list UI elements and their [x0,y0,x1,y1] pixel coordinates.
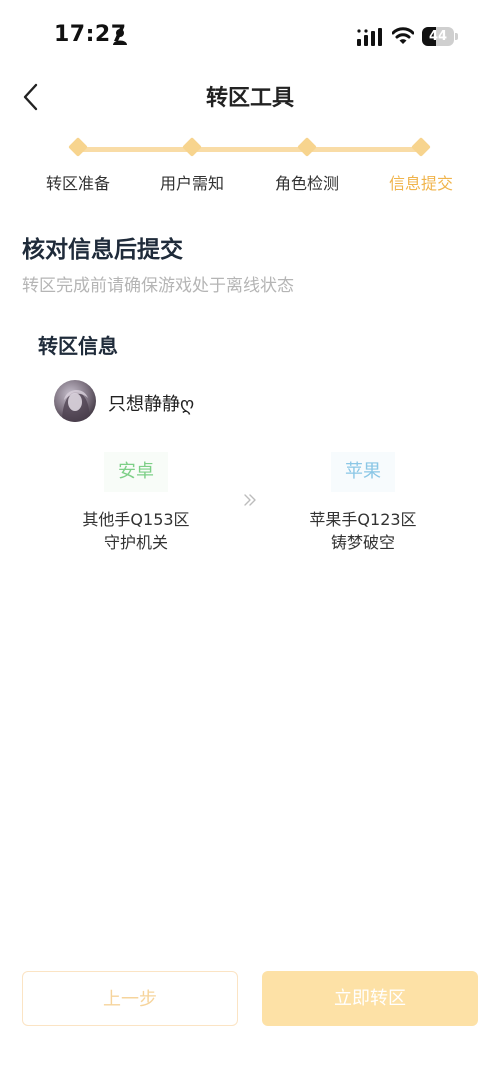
cellular-signal-icon [357,28,382,46]
stepper-line [78,147,422,152]
step-label-notice: 用户需知 [159,174,224,193]
battery-percentage: 44 [428,29,448,44]
avatar-image [54,380,96,422]
battery-cap [455,33,458,40]
step-marker-3 [297,137,317,157]
step-label-check: 角色检测 [274,174,339,193]
username: 只想静静ღ [108,394,195,415]
main-heading: 核对信息后提交 [22,237,183,263]
step-marker-1 [68,137,88,157]
source-server-zone: 其他手Q153区 [82,510,190,529]
double-chevron-right-icon [244,494,256,506]
nav-bar: 转区工具 [0,72,500,120]
person-icon [113,29,127,45]
step-marker-2 [182,137,202,157]
section-title-transfer-info: 转区信息 [38,334,118,358]
page-title: 转区工具 [205,86,294,111]
battery-icon: 44 [422,27,458,46]
target-server: 苹果手Q123区 铸梦破空 [263,508,463,554]
main-subheading: 转区完成前请确保游戏处于离线状态 [22,276,294,296]
step-label-prepare: 转区准备 [45,174,110,193]
target-server-name: 铸梦破空 [330,533,395,552]
source-server-name: 守护机关 [103,533,168,552]
transfer-tool-screen: 17:27 44 转区工具 转区准备 用户需知 角色检测 信息提交 核对信息后提… [0,0,500,1067]
transfer-now-button[interactable]: 立即转区 [262,971,478,1026]
step-label-submit: 信息提交 [388,174,453,193]
wifi-icon [392,27,414,44]
target-platform-badge: 苹果 [331,452,395,492]
avatar [54,380,96,422]
battery-body: 44 [422,27,454,46]
status-bar: 17:27 44 [0,0,500,72]
target-server-zone: 苹果手Q123区 [309,510,417,529]
previous-step-button[interactable]: 上一步 [22,971,238,1026]
source-platform-badge: 安卓 [104,452,168,492]
progress-stepper: 转区准备 用户需知 角色检测 信息提交 [0,130,500,200]
step-marker-4 [411,137,431,157]
source-server: 其他手Q153区 守护机关 [36,508,236,554]
